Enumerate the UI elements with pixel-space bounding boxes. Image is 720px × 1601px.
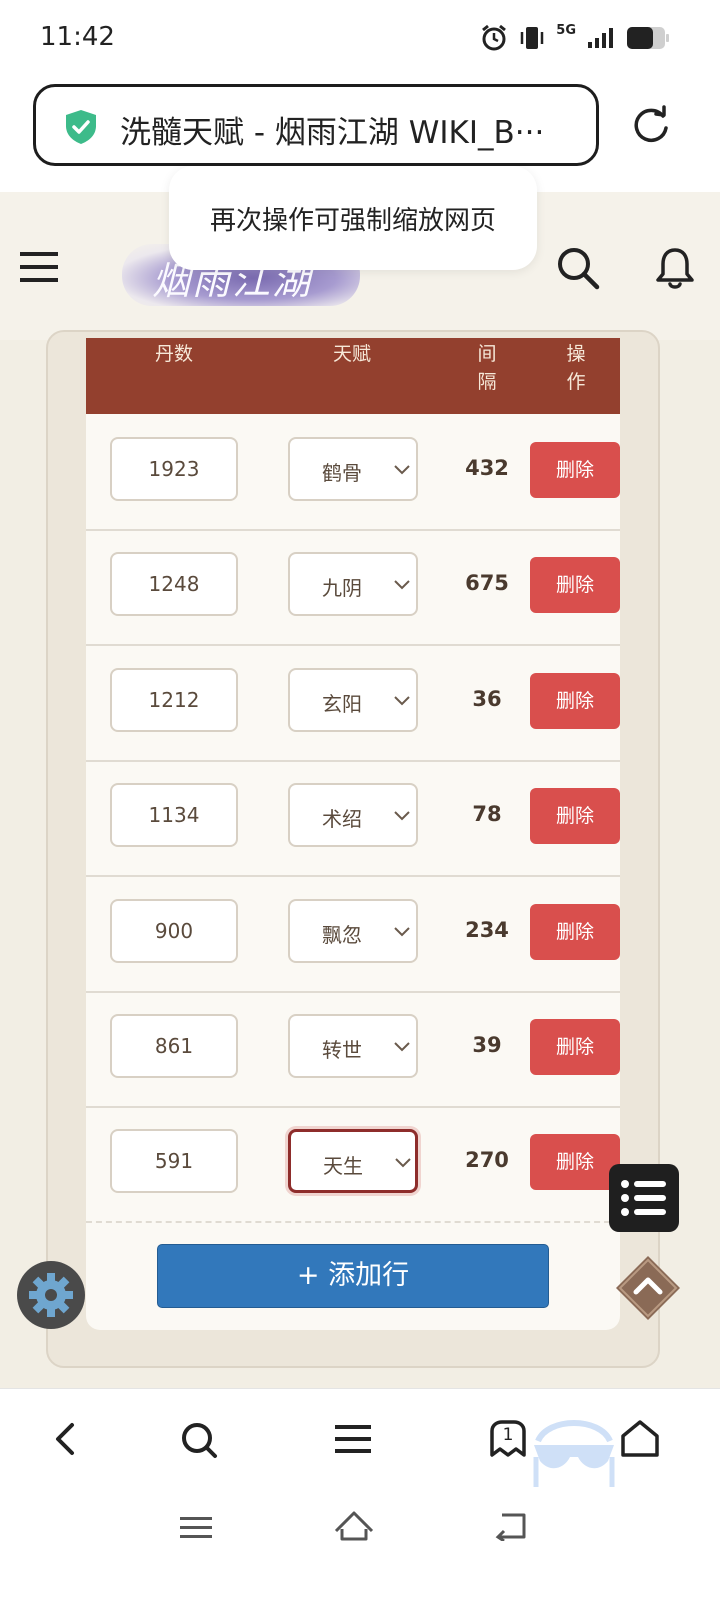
toc-button[interactable] [609, 1164, 679, 1232]
table-row: 1212 玄阳 36 删除 [86, 645, 620, 762]
talent-select[interactable]: 飘忽 [288, 898, 418, 963]
chevron-down-icon [394, 465, 410, 475]
talent-select[interactable]: 鹤骨 [288, 437, 418, 501]
system-home-icon[interactable] [334, 1509, 374, 1543]
interval-value: 675 [465, 571, 509, 596]
browser-bottom-nav: 1 [0, 1388, 720, 1601]
talent-select[interactable]: 玄阳 [288, 667, 418, 732]
header-pills: 丹数 [154, 343, 193, 365]
table-row: 1248 九阴 675 删除 [86, 529, 620, 647]
talent-select-value: 九阴 [322, 576, 362, 601]
search-icon[interactable] [180, 1421, 218, 1459]
talent-select-value: 鹤骨 [322, 461, 362, 485]
shield-check-icon [66, 110, 96, 144]
bell-icon[interactable] [654, 246, 696, 290]
pills-input[interactable]: 900 [110, 898, 238, 963]
home-icon[interactable] [620, 1419, 660, 1459]
table-row: 591 天生 270 删除 [86, 1106, 620, 1224]
delete-button[interactable]: 删除 [530, 903, 620, 960]
delete-button[interactable]: 删除 [530, 672, 620, 729]
talent-select-value: 玄阳 [322, 691, 362, 716]
delete-button[interactable]: 删除 [530, 788, 620, 845]
gear-icon [29, 1273, 73, 1317]
pills-input[interactable]: 1248 [110, 552, 238, 617]
interval-value: 432 [465, 456, 509, 480]
chevron-down-icon [394, 696, 410, 706]
talent-table: 丹数 天赋 间 隔 操 作 1923 鹤骨 432 删除 1248 九阴 675 删除 1212… [86, 338, 620, 1330]
alarm-icon [482, 24, 507, 51]
delete-button[interactable]: 删除 [530, 1134, 620, 1191]
address-bar[interactable]: 洗髓天赋 - 烟雨江湖 WIKI_B··· [33, 84, 599, 166]
table-header: 丹数 天赋 间 隔 操 作 [86, 338, 620, 414]
list-icon [621, 1180, 666, 1216]
pills-input[interactable]: 861 [110, 1014, 238, 1078]
talent-select-value: 飘忽 [322, 922, 362, 947]
chevron-down-icon [394, 811, 410, 821]
pills-input[interactable]: 1212 [110, 667, 238, 732]
header-action: 操 作 [566, 343, 586, 393]
delete-button[interactable]: 删除 [530, 557, 620, 614]
tabs-button[interactable]: 1 [488, 1419, 528, 1459]
table-row: 861 转世 39 删除 [86, 991, 620, 1108]
pills-input[interactable]: 591 [110, 1129, 238, 1194]
zoom-toast: 再次操作可强制缩放网页 [169, 166, 537, 270]
delete-button[interactable]: 删除 [530, 1019, 620, 1075]
header-interval: 间 隔 [477, 343, 497, 393]
status-time: 11:42 [40, 22, 115, 52]
glasses-decoration-icon [533, 1420, 615, 1487]
interval-value: 78 [472, 802, 502, 827]
tab-count: 1 [502, 1425, 514, 1445]
talent-select[interactable]: 天生 [288, 1129, 418, 1194]
menu-icon[interactable] [20, 250, 60, 284]
chevron-down-icon [395, 1158, 411, 1168]
talent-select[interactable]: 转世 [288, 1014, 418, 1078]
interval-value: 39 [472, 1033, 502, 1057]
back-icon[interactable] [50, 1421, 84, 1457]
status-icons: 5G [480, 22, 670, 52]
interval-value: 234 [465, 917, 509, 942]
reload-icon[interactable] [630, 104, 672, 146]
pills-input[interactable]: 1923 [110, 437, 238, 501]
chevron-down-icon [394, 580, 410, 590]
vibrate-icon [521, 27, 544, 49]
network-type: 5G [556, 22, 576, 38]
settings-button[interactable] [17, 1261, 85, 1329]
status-bar: 11:42 5G [0, 0, 720, 78]
table-row: 1134 术绍 78 删除 [86, 760, 620, 878]
talent-select[interactable]: 九阴 [288, 552, 418, 617]
back-to-top-button[interactable] [616, 1256, 680, 1320]
talent-select[interactable]: 术绍 [288, 783, 418, 848]
talent-select-value: 术绍 [322, 807, 362, 832]
page-title: 洗髓天赋 - 烟雨江湖 WIKI_B··· [120, 115, 545, 151]
battery-icon [627, 27, 669, 49]
system-back-icon[interactable] [494, 1511, 528, 1541]
toast-message: 再次操作可强制缩放网页 [209, 206, 496, 236]
menu-icon[interactable] [335, 1423, 371, 1455]
search-icon[interactable] [556, 246, 600, 290]
table-row: 900 飘忽 234 删除 [86, 876, 620, 993]
header-talent: 天赋 [332, 343, 371, 365]
talent-select-value: 转世 [322, 1038, 362, 1062]
pills-input[interactable]: 1134 [110, 783, 238, 848]
interval-value: 36 [472, 686, 502, 711]
recents-icon[interactable] [180, 1515, 212, 1541]
chevron-up-icon [616, 1256, 680, 1320]
delete-button[interactable]: 删除 [530, 442, 620, 498]
talent-select-value: 天生 [323, 1154, 363, 1179]
chevron-down-icon [394, 1042, 410, 1052]
table-row: 1923 鹤骨 432 删除 [86, 414, 620, 531]
add-row-button[interactable]: + 添加行 [157, 1244, 549, 1308]
interval-value: 270 [465, 1148, 509, 1173]
signal-icon [588, 28, 613, 48]
chevron-down-icon [394, 926, 410, 937]
